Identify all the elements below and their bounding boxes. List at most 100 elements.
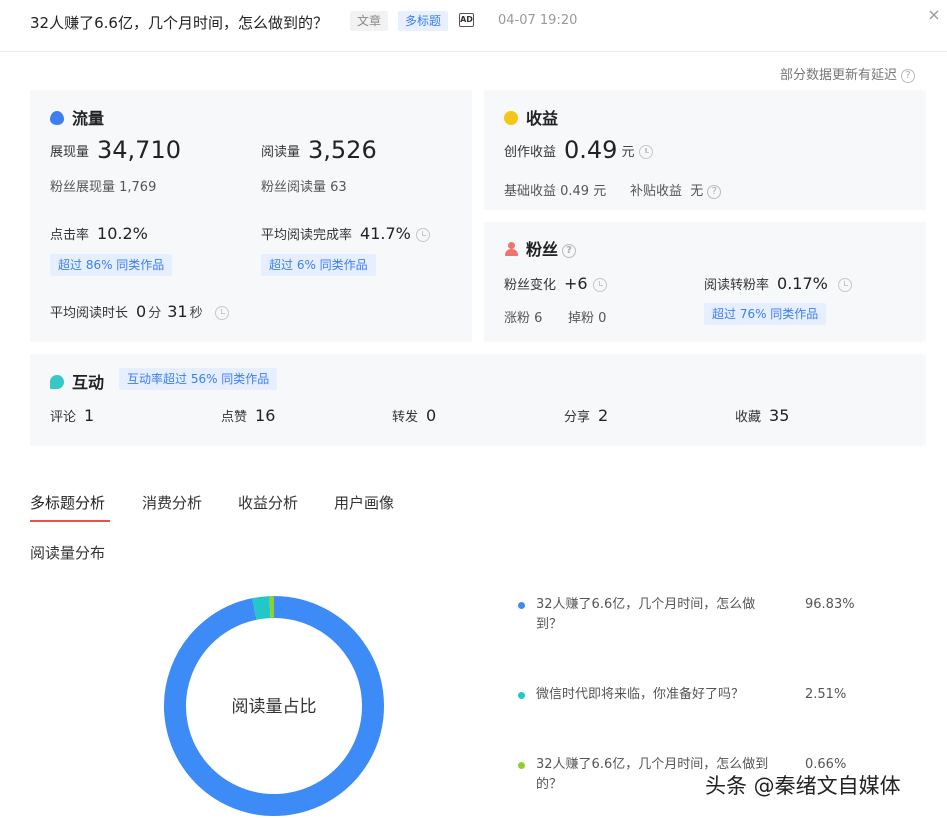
reposts-metric: 转发 0 [392, 406, 436, 425]
income-card: 收益 创作收益 0.49 元 基础收益 0.49 元 补贴收益 无? [484, 90, 926, 210]
active-tab-indicator [30, 520, 110, 522]
coin-icon [504, 111, 518, 125]
ctr-badge: 超过 86% 同类作品 [50, 254, 173, 276]
likes-label: 点赞 [221, 410, 248, 425]
comments-metric: 评论 1 [50, 406, 94, 425]
clock-icon[interactable] [415, 227, 430, 242]
fans-title: 粉丝? [504, 236, 577, 260]
duration-seconds-unit: 秒 [189, 306, 203, 321]
fans-change-label: 粉丝变化 [504, 278, 557, 293]
legend-dot-1 [518, 602, 525, 609]
header-bar: 32人赚了6.6亿，几个月时间，怎么做到的？ 文章 多标题 AD 04-07 1… [0, 0, 947, 52]
comments-label: 评论 [50, 410, 77, 425]
clock-icon[interactable] [592, 277, 607, 292]
ctr-label: 点击率 [50, 228, 90, 243]
shares-label: 分享 [564, 410, 591, 425]
completion-badge: 超过 6% 同类作品 [261, 254, 376, 276]
reposts-label: 转发 [392, 410, 419, 425]
data-delay-note-text: 部分数据更新有延迟 [780, 68, 898, 83]
conversion-metric: 阅读转粉率 0.17% [704, 274, 852, 293]
shares-metric: 分享 2 [564, 406, 608, 425]
reads-metric: 阅读量 3,526 [261, 136, 377, 164]
impressions-metric: 展现量 34,710 [50, 136, 181, 164]
completion-label: 平均阅读完成率 [261, 228, 353, 243]
subsidy-income: 补贴收益 无? [630, 180, 722, 199]
tab-user-profile[interactable]: 用户画像 [334, 492, 394, 513]
chat-bubble-icon [50, 375, 64, 389]
clock-icon[interactable] [214, 305, 229, 320]
completion-value: 41.7% [360, 224, 411, 243]
duration-minutes: 0 [136, 302, 147, 321]
close-icon[interactable]: × [925, 6, 943, 24]
fans-card: 粉丝? 粉丝变化 +6 阅读转粉率 0.17% 涨粉 6 掉粉 0 超过 76% 同… [484, 222, 926, 342]
duration-minutes-unit: 分 [148, 306, 162, 321]
subsidy-label: 补贴收益 [630, 184, 683, 199]
clock-icon[interactable] [639, 144, 654, 159]
duration-metric: 平均阅读时长 0 分 31 秒 [50, 302, 229, 321]
watermark: 头条 @秦绪文自媒体 [705, 774, 901, 798]
donut-slice-2[interactable] [252, 596, 271, 620]
impressions-value: 34,710 [97, 136, 181, 164]
likes-metric: 点赞 16 [221, 406, 275, 425]
income-title: 收益 [504, 105, 558, 129]
conversion-value: 0.17% [777, 274, 828, 293]
traffic-title-text: 流量 [72, 109, 105, 128]
income-title-text: 收益 [526, 109, 559, 128]
fans-loss: 掉粉 0 [568, 311, 607, 326]
interaction-title: 互动 [50, 369, 104, 393]
article-type-tag: 文章 [350, 11, 389, 31]
read-share-donut-chart: 阅读量占比 [164, 596, 384, 816]
duration-seconds: 31 [167, 302, 188, 321]
reads-label: 阅读量 [261, 145, 301, 160]
legend-value-2: 2.51% [805, 687, 847, 702]
likes-value: 16 [255, 406, 276, 425]
creation-income-metric: 创作收益 0.49 元 [504, 136, 654, 164]
help-icon[interactable]: ? [707, 184, 722, 199]
legend-value-1: 96.83% [805, 597, 855, 612]
base-income: 基础收益 0.49 元 [504, 184, 607, 199]
reads-value: 3,526 [308, 136, 377, 164]
multi-title-tag: 多标题 [398, 11, 449, 31]
clock-icon[interactable] [837, 277, 852, 292]
tab-consumption-analysis[interactable]: 消费分析 [142, 492, 202, 513]
creation-income-label: 创作收益 [504, 145, 557, 160]
donut-center-label: 阅读量占比 [232, 697, 317, 717]
help-icon[interactable]: ? [901, 68, 916, 83]
data-delay-note: 部分数据更新有延迟? [780, 64, 916, 83]
help-icon[interactable]: ? [562, 243, 577, 258]
tab-income-analysis[interactable]: 收益分析 [238, 492, 298, 513]
article-title: 32人赚了6.6亿，几个月时间，怎么做到的？ [30, 14, 328, 32]
read-distribution-title: 阅读量分布 [30, 544, 106, 562]
interaction-badge: 互动率超过 56% 同类作品 [119, 368, 278, 390]
favorites-label: 收藏 [735, 410, 762, 425]
comments-value: 1 [84, 406, 95, 425]
fan-reads: 粉丝阅读量 63 [261, 180, 347, 195]
impressions-label: 展现量 [50, 145, 90, 160]
interaction-title-text: 互动 [72, 373, 105, 392]
traffic-title: 流量 [50, 105, 104, 129]
legend-dot-2 [518, 692, 525, 699]
creation-income-value: 0.49 [564, 136, 618, 164]
duration-label: 平均阅读时长 [50, 306, 129, 321]
interaction-card: 互动 互动率超过 56% 同类作品 评论 1 点赞 16 转发 0 分享 2 收藏 35 [30, 354, 926, 446]
user-icon [504, 242, 518, 256]
conversion-label: 阅读转粉率 [704, 278, 770, 293]
favorites-metric: 收藏 35 [735, 406, 789, 425]
conversion-badge: 超过 76% 同类作品 [704, 303, 827, 325]
fan-impressions: 粉丝展现量 1,769 [50, 180, 157, 195]
shares-value: 2 [598, 406, 609, 425]
reposts-value: 0 [426, 406, 437, 425]
creation-income-unit: 元 [621, 145, 635, 160]
fans-change-metric: 粉丝变化 +6 [504, 274, 607, 293]
traffic-card: 流量 展现量 34,710 阅读量 3,526 粉丝展现量 1,769 粉丝阅读量 … [30, 90, 472, 342]
publish-time: 04-07 19:20 [498, 13, 578, 28]
fans-gain: 涨粉 6 [504, 311, 543, 326]
completion-metric: 平均阅读完成率 41.7% [261, 224, 430, 243]
tab-multi-title-analysis[interactable]: 多标题分析 [30, 492, 105, 513]
legend-dot-3 [518, 762, 525, 769]
subsidy-value: 无 [690, 184, 704, 199]
ctr-value: 10.2% [97, 224, 148, 243]
traffic-drop-icon [50, 111, 64, 125]
legend-label-1: 32人赚了6.6亿，几个月时间，怎么做到？ [536, 597, 756, 632]
favorites-value: 35 [769, 406, 790, 425]
